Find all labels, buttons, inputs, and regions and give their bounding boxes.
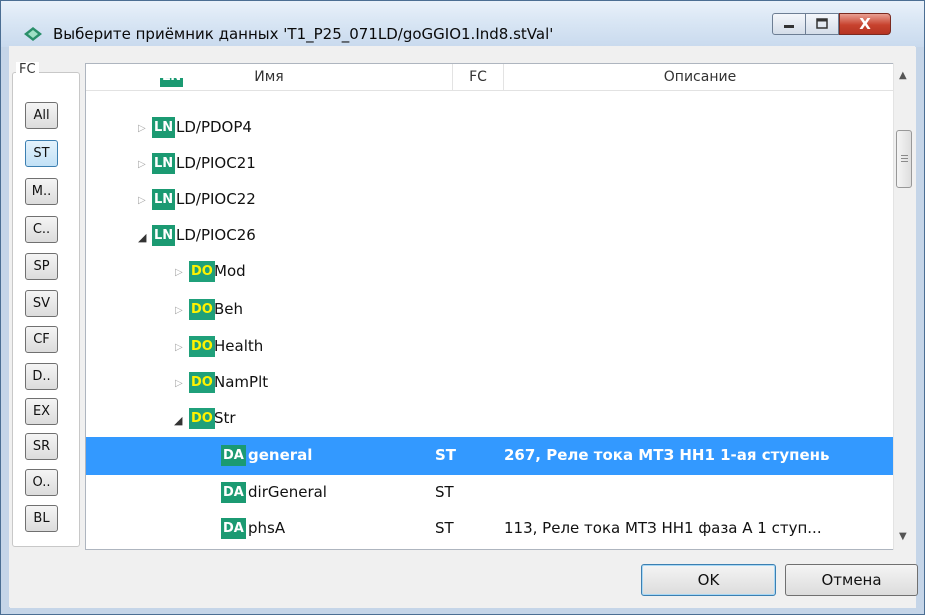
do-badge: DO: [189, 261, 215, 282]
fc-filter-cf[interactable]: CF: [25, 326, 58, 353]
scrollbar-thumb[interactable]: [896, 130, 912, 188]
fc-filter-o[interactable]: O..: [25, 469, 58, 496]
tree-row-fc: ST: [435, 519, 454, 537]
tree-row[interactable]: DA phsA ST 113, Реле тока МТЗ НН1 фаза А…: [86, 510, 897, 548]
do-badge: DO: [189, 408, 215, 429]
ln-badge: LN: [152, 153, 176, 174]
tree-row[interactable]: ▷ DO Beh: [86, 291, 897, 329]
tree-row-selected[interactable]: DA general ST 267, Реле тока МТЗ НН1 1-а…: [86, 437, 897, 475]
tree-row-name: Health: [214, 337, 264, 355]
tree-row[interactable]: ▷ LN LD/PDOP4: [86, 109, 897, 147]
tree-row-name: LD/PDOP4: [176, 118, 252, 136]
fc-filter-all[interactable]: All: [25, 102, 58, 129]
maximize-button[interactable]: [805, 13, 839, 35]
da-badge: DA: [221, 518, 246, 539]
tree-row-name: LD/PIOC22: [176, 190, 256, 208]
maximize-icon: [816, 18, 828, 29]
ln-badge: LN: [152, 189, 176, 210]
fc-filter-c[interactable]: C..: [25, 216, 58, 243]
frame-right: [916, 47, 924, 614]
do-badge: DO: [189, 299, 215, 320]
tree-row-fc: ST: [435, 483, 454, 501]
expand-arrow-icon[interactable]: ▷: [175, 342, 183, 353]
scroll-down-icon[interactable]: ▼: [899, 531, 907, 542]
tree-row[interactable]: ▷ DO NamPlt: [86, 364, 897, 402]
fc-filter-sv[interactable]: SV: [25, 290, 58, 317]
tree-row-description: 267, Реле тока МТЗ НН1 1-ая ступень: [504, 446, 830, 464]
do-badge: DO: [189, 372, 215, 393]
fc-filter-sp[interactable]: SP: [25, 253, 58, 280]
tree-row-name: NamPlt: [214, 373, 269, 391]
expand-arrow-icon[interactable]: ▷: [138, 195, 146, 206]
grip-line: [901, 161, 908, 162]
grip-line: [901, 158, 908, 159]
expand-arrow-icon[interactable]: ▷: [175, 305, 183, 316]
tree-row[interactable]: DA dirGeneral ST: [86, 474, 897, 512]
expand-arrow-icon[interactable]: ▷: [138, 123, 146, 134]
tree-row-name: LD/PIOC26: [176, 226, 256, 244]
minimize-button[interactable]: [772, 13, 806, 35]
tree-row[interactable]: ▷ LN LD/PIOC21: [86, 145, 897, 183]
cancel-button[interactable]: Отмена: [785, 564, 918, 596]
do-badge: DO: [189, 336, 215, 357]
tree-row-name: Beh: [214, 300, 244, 318]
expand-arrow-icon[interactable]: ▷: [175, 378, 183, 389]
tree-row[interactable]: ▷ DO Mod: [86, 253, 897, 291]
tree-row-name: LD/PIOC21: [176, 154, 256, 172]
tree-row-name: phsA: [248, 519, 286, 537]
app-icon: [24, 27, 42, 41]
tree-row-name: general: [248, 446, 313, 464]
title-bar[interactable]: Выберите приёмник данных 'T1_P25_071LD/g…: [1, 1, 924, 47]
ln-badge: LN: [152, 117, 176, 138]
scroll-up-icon[interactable]: ▲: [899, 70, 907, 81]
ln-badge: LN: [160, 78, 184, 87]
tree-row[interactable]: ◢ DO Str: [86, 400, 897, 438]
ln-badge: LN: [152, 225, 176, 246]
grip-line: [901, 155, 908, 156]
fc-legend: FC: [16, 62, 39, 77]
fc-filter-m[interactable]: M..: [25, 178, 58, 205]
da-badge: DA: [221, 445, 246, 466]
ok-button[interactable]: OK: [641, 564, 776, 596]
tree-row-fc: ST: [435, 446, 457, 464]
tree-row[interactable]: ▷ LN LD/PIOC22: [86, 181, 897, 219]
tree-row-description: 113, Реле тока МТЗ НН1 фаза А 1 ступ...: [504, 519, 822, 537]
collapse-arrow-icon[interactable]: ◢: [138, 231, 146, 244]
tree-row-name: dirGeneral: [248, 483, 327, 501]
fc-filter-ex[interactable]: EX: [25, 398, 58, 425]
fc-filter-bl[interactable]: BL: [25, 505, 58, 532]
collapse-arrow-icon[interactable]: ◢: [174, 414, 182, 427]
window-title: Выберите приёмник данных 'T1_P25_071LD/g…: [53, 25, 554, 43]
data-tree[interactable]: Имя FC Описание LN ▷ LN LD/PDOP4 ▷ LN LD…: [85, 63, 898, 550]
expand-arrow-icon[interactable]: ▷: [175, 267, 183, 278]
fc-filter-st[interactable]: ST: [25, 140, 58, 167]
minimize-icon: [784, 25, 794, 28]
tree-vertical-scrollbar[interactable]: ▲ ▼: [893, 63, 914, 550]
tree-row[interactable]: ▷ DO Health: [86, 328, 897, 366]
da-badge: DA: [221, 482, 246, 503]
tree-row[interactable]: ◢ LN LD/PIOC26: [86, 217, 897, 255]
fc-filter-d[interactable]: D..: [25, 363, 58, 390]
frame-bottom: [1, 608, 924, 614]
tree-row-name: Str: [214, 409, 236, 427]
expand-arrow-icon[interactable]: ▷: [138, 159, 146, 170]
close-button[interactable]: X: [839, 13, 891, 35]
tree-row-partial[interactable]: LN: [86, 78, 897, 90]
fc-filter-sr[interactable]: SR: [25, 433, 58, 460]
tree-row-name: Mod: [214, 262, 246, 280]
